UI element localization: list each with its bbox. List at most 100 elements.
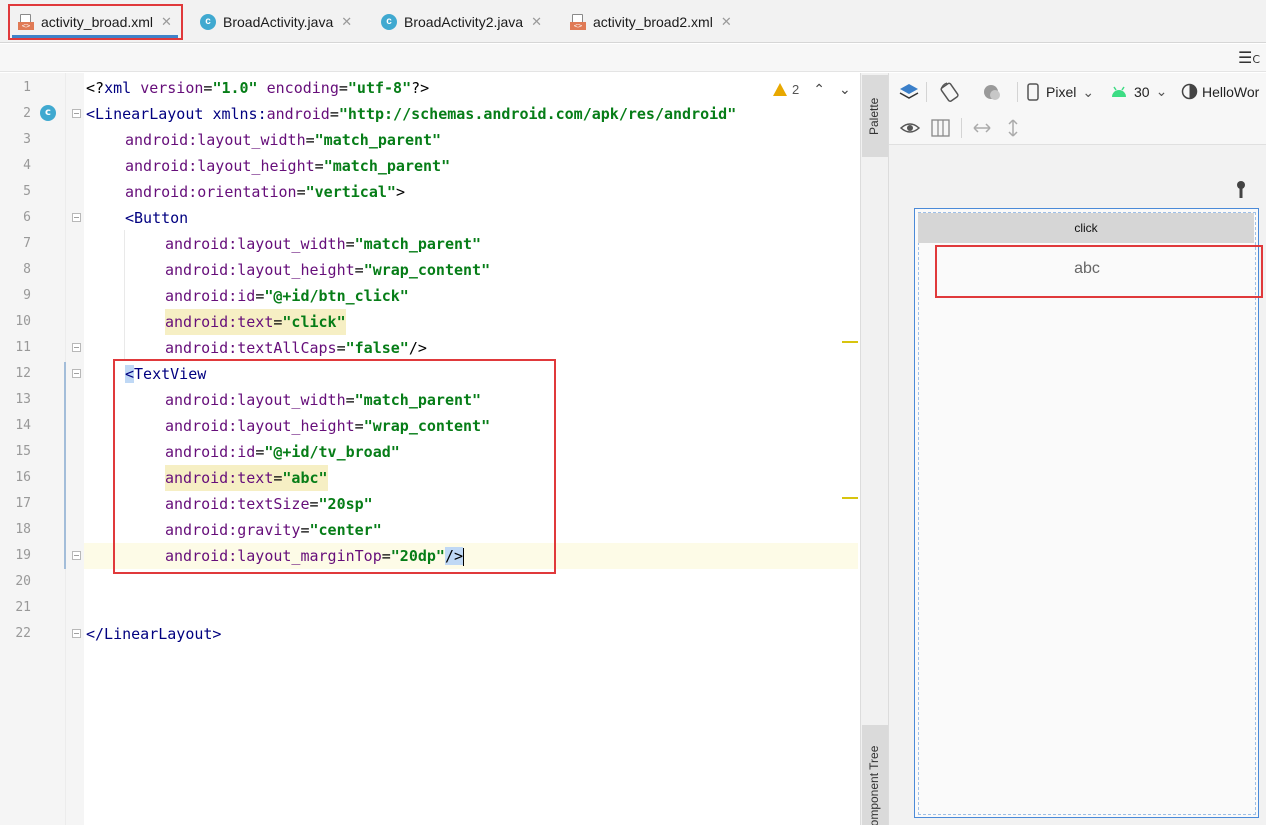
tab-label: BroadActivity2.java — [404, 13, 524, 30]
code-text: android:layout_width="match_parent" — [165, 391, 482, 409]
code-line: 19 android:layout_marginTop="20dp"/> — [0, 543, 858, 569]
java-class-icon: c — [200, 13, 216, 30]
line-number: 22 — [15, 626, 31, 641]
line-number: 19 — [15, 548, 31, 563]
device-selector[interactable]: Pixel ⌄ — [1027, 83, 1094, 101]
close-icon[interactable]: ✕ — [161, 14, 172, 30]
component-tree-tab[interactable]: Component Tree — [862, 725, 888, 825]
close-icon[interactable]: ✕ — [721, 14, 732, 30]
code-text: android:id="@+id/btn_click" — [165, 287, 409, 305]
close-icon[interactable]: ✕ — [531, 14, 542, 30]
code-text: <TextView — [125, 365, 207, 383]
code-text: android:layout_height="wrap_content" — [165, 417, 491, 435]
code-text: android:layout_width="match_parent" — [125, 131, 442, 149]
phone-icon — [1027, 83, 1039, 101]
code-line: 5 android:orientation="vertical"> — [0, 179, 858, 205]
code-text: android:gravity="center" — [165, 521, 382, 539]
code-text: <Button — [125, 209, 189, 227]
tab-activity-broad-xml[interactable]: <> activity_broad.xml ✕ — [12, 0, 178, 43]
tab-broadactivity2-java[interactable]: c BroadActivity2.java ✕ — [381, 0, 542, 43]
structure-icon[interactable]: ☰C — [1238, 48, 1260, 67]
theme-name: HelloWor — [1202, 83, 1260, 100]
line-number: 10 — [15, 314, 31, 329]
code-line: 17 android:textSize="20sp" — [0, 491, 858, 517]
line-number: 16 — [15, 470, 31, 485]
line-number: 18 — [15, 522, 31, 537]
side-tool-strip — [860, 73, 889, 825]
line-number: 3 — [23, 132, 31, 147]
java-class-icon: c — [381, 13, 397, 30]
warning-icon — [773, 82, 787, 96]
theme-icon — [1181, 83, 1198, 100]
text-caret — [463, 547, 465, 566]
tab-broadactivity-java[interactable]: c BroadActivity.java ✕ — [200, 0, 352, 43]
blueprint-icon[interactable] — [930, 118, 952, 138]
warning-count: 2 — [792, 81, 800, 97]
preview-textview[interactable]: abc — [937, 260, 1237, 278]
chevron-down-icon[interactable]: ⌄ — [839, 81, 851, 98]
code-line: 2 <LinearLayout xmlns:android="http://sc… — [0, 101, 858, 127]
code-line: 9 android:id="@+id/btn_click" — [0, 283, 858, 309]
vertical-resize-icon[interactable] — [1005, 118, 1021, 138]
code-text: android:textAllCaps="false"/> — [165, 339, 427, 357]
code-line: 4 android:layout_height="match_parent" — [0, 153, 858, 179]
preview-button[interactable]: click — [918, 213, 1254, 243]
toolbar-separator — [961, 118, 962, 138]
layout-bounds — [918, 212, 1256, 815]
code-text: android:layout_width="match_parent" — [165, 235, 482, 253]
toolbar-separator — [1017, 82, 1018, 102]
chevron-up-icon[interactable]: ⌃ — [813, 81, 825, 98]
line-number: 4 — [23, 158, 31, 173]
tab-label: BroadActivity.java — [223, 13, 334, 30]
code-line: 8 android:layout_height="wrap_content" — [0, 257, 858, 283]
code-text: </LinearLayout> — [86, 625, 222, 643]
code-line: 7 android:layout_width="match_parent" — [0, 231, 858, 257]
night-mode-icon[interactable] — [982, 82, 1002, 102]
code-line: 10 android:text="click" — [0, 309, 858, 335]
code-line: 22 </LinearLayout> — [0, 621, 858, 647]
android-icon — [1112, 86, 1126, 97]
xml-file-icon: <> — [570, 13, 586, 30]
palette-label: Palette — [867, 97, 881, 135]
api-level-selector[interactable]: 30 ⌄ — [1110, 83, 1167, 100]
code-text: android:layout_height="match_parent" — [125, 157, 451, 175]
warning-stripe-marker[interactable] — [842, 341, 858, 343]
close-icon[interactable]: ✕ — [341, 14, 352, 30]
line-number: 11 — [15, 340, 31, 355]
horizontal-resize-icon[interactable] — [971, 120, 993, 136]
line-number: 6 — [23, 210, 31, 225]
code-line: 12 <TextView — [0, 361, 858, 387]
api-level: 30 — [1134, 83, 1150, 100]
wrench-icon[interactable] — [1234, 180, 1248, 200]
xml-file-icon: <> — [18, 13, 34, 30]
theme-selector[interactable]: HelloWor — [1181, 83, 1259, 100]
line-number: 15 — [15, 444, 31, 459]
code-line: 16 android:text="abc" — [0, 465, 858, 491]
code-text: android:orientation="vertical"> — [125, 183, 405, 201]
line-number: 7 — [23, 236, 31, 251]
line-number: 5 — [23, 184, 31, 199]
line-number: 14 — [15, 418, 31, 433]
component-tree-label: Component Tree — [867, 745, 881, 825]
line-number: 17 — [15, 496, 31, 511]
code-text: <?xml version="1.0" encoding="utf-8"?> — [86, 79, 430, 97]
code-line: 13 android:layout_width="match_parent" — [0, 387, 858, 413]
inspection-widget[interactable]: 2 ⌃ ⌄ — [773, 80, 851, 98]
orientation-icon[interactable] — [938, 81, 962, 103]
chevron-down-icon: ⌄ — [1082, 83, 1095, 100]
tab-activity-broad2-xml[interactable]: <> activity_broad2.xml ✕ — [570, 0, 732, 43]
code-line: 15 android:id="@+id/tv_broad" — [0, 439, 858, 465]
code-text: android:text="click" — [165, 309, 346, 335]
code-line: 20 — [0, 569, 858, 595]
eye-icon[interactable] — [899, 119, 921, 137]
line-number: 1 — [23, 80, 31, 95]
line-number: 8 — [23, 262, 31, 277]
code-line: 3 android:layout_width="match_parent" — [0, 127, 858, 153]
line-number: 20 — [15, 574, 31, 589]
code-line: 14 android:layout_height="wrap_content" — [0, 413, 858, 439]
warning-stripe-marker[interactable] — [842, 497, 858, 499]
line-number: 12 — [15, 366, 31, 381]
editor-tool-row: ☰C — [0, 44, 1266, 72]
layers-icon[interactable] — [898, 81, 920, 103]
palette-tab[interactable]: Palette — [862, 75, 888, 157]
